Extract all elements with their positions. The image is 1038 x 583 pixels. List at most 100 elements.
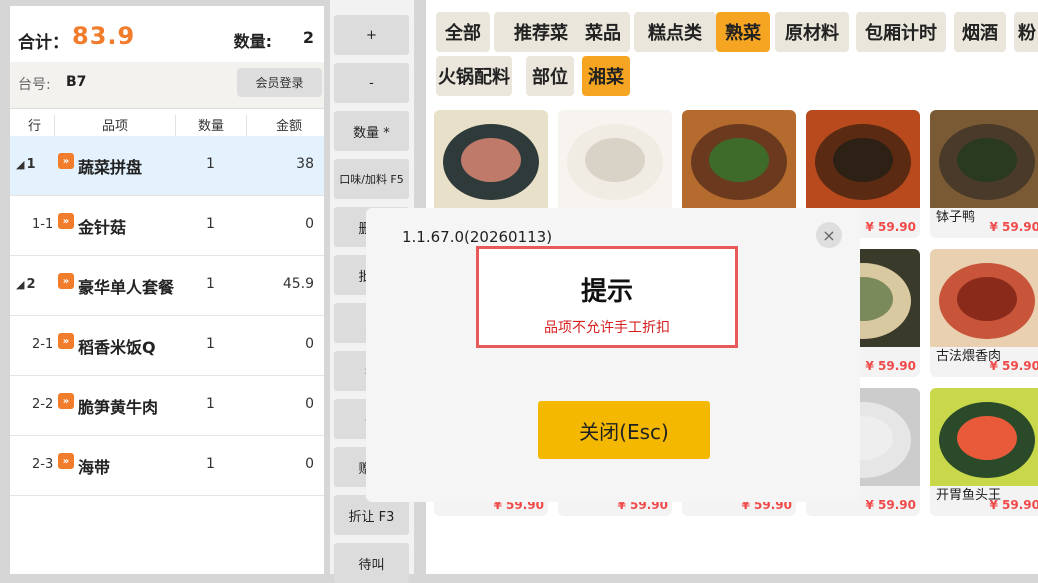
category-tab[interactable]: 菜品	[576, 12, 630, 52]
dish-photo	[930, 110, 1038, 208]
order-list: ◢ 1» 蔬菜拼盘 1 38 1-1» 金针菇 1 0 ◢ 2» 豪华单人套餐 1 45.9 2-1» 稻香米…	[10, 136, 324, 496]
column-header-item: 品项	[102, 119, 129, 134]
line-number-text: 2-1	[32, 337, 54, 352]
close-icon[interactable]: ×	[816, 222, 842, 248]
category-tab[interactable]: 全部	[436, 12, 490, 52]
line-number: ◢ 2	[16, 277, 36, 292]
dish-card[interactable]: 古法煨香肉 ¥ 59.90	[930, 249, 1038, 377]
quantity-button[interactable]: 数量 *	[334, 111, 409, 151]
item-name: 豪华单人套餐	[78, 278, 175, 297]
dish-photo	[930, 249, 1038, 347]
line-number: 2-3	[32, 457, 53, 472]
table-number-value: B7	[66, 74, 87, 90]
order-row[interactable]: ◢ 1» 蔬菜拼盘 1 38	[10, 136, 324, 196]
order-row[interactable]: 2-2 » 脆笋黄牛肉 1 0	[10, 376, 324, 436]
line-number-text: 2-3	[32, 457, 54, 472]
item-name: 蔬菜拼盘	[78, 158, 143, 177]
expand-triangle-icon[interactable]: ◢	[16, 158, 24, 171]
item-amount: 0	[305, 396, 314, 412]
dish-photo	[682, 110, 796, 208]
plus-button[interactable]: +	[334, 15, 409, 55]
double-chevron-icon: »	[58, 393, 74, 409]
double-chevron-icon: »	[58, 333, 74, 349]
close-esc-button[interactable]: 关闭(Esc)	[538, 401, 710, 459]
line-number: 2-2	[32, 397, 53, 412]
order-grid-header: 行 品项 数量 金额	[10, 108, 324, 142]
expand-triangle-icon[interactable]: ◢	[16, 278, 24, 291]
item-quantity: 1	[206, 456, 215, 472]
minus-button[interactable]: -	[334, 63, 409, 103]
dish-price: ¥ 59.90	[865, 220, 916, 234]
double-chevron-icon: »	[58, 153, 74, 169]
flavor-addon-button[interactable]: 口味/加料 F5	[334, 159, 409, 199]
item-name: 金针菇	[78, 218, 127, 237]
item-name: 稻香米饭Q	[78, 338, 156, 357]
order-panel: 合计： 83.9 数量: 2 台号: B7 会员登录 行 品项 数量 金额 ◢ 1…	[10, 6, 324, 574]
category-tab[interactable]: 推荐菜	[494, 12, 588, 52]
item-quantity: 1	[206, 336, 215, 352]
dish-card[interactable]: 钵子鸭 ¥ 59.90	[930, 110, 1038, 238]
total-value: 83.9	[72, 22, 136, 50]
category-tab[interactable]: 原材料	[775, 12, 849, 52]
dish-name: 钵子鸭	[936, 210, 976, 225]
item-name: 海带	[78, 458, 111, 477]
item-name: 脆笋黄牛肉	[78, 398, 159, 417]
order-row[interactable]: 2-1 » 稻香米饭Q 1 0	[10, 316, 324, 376]
double-chevron-icon: »	[58, 453, 74, 469]
member-login-button[interactable]: 会员登录	[237, 68, 322, 97]
item-amount: 0	[305, 336, 314, 352]
category-tab[interactable]: 糕点类	[634, 12, 716, 52]
category-tab[interactable]: 部位	[526, 56, 574, 96]
double-chevron-icon: »	[58, 213, 74, 229]
category-tab[interactable]: 火锅配料	[436, 56, 512, 96]
alert-dialog: 1.1.67.0(20260113) × 提示 品项不允许手工折扣 关闭(Esc…	[366, 208, 860, 502]
dish-price: ¥ 59.90	[989, 359, 1038, 373]
item-quantity: 1	[206, 276, 215, 292]
item-amount: 45.9	[282, 276, 314, 292]
dish-price: ¥ 59.90	[989, 498, 1038, 512]
column-header-quantity: 数量	[198, 119, 225, 134]
hold-button[interactable]: 待叫	[334, 543, 409, 583]
line-number-text: 1	[26, 157, 36, 172]
dish-price: ¥ 59.90	[989, 220, 1038, 234]
item-amount: 0	[305, 216, 314, 232]
column-header-amount: 金额	[276, 119, 303, 134]
version-text: 1.1.67.0(20260113)	[402, 228, 553, 246]
category-tab[interactable]: 包厢计时	[856, 12, 946, 52]
line-number-text: 2-2	[32, 397, 54, 412]
line-number: 1-1	[32, 217, 53, 232]
dish-price: ¥ 59.90	[865, 359, 916, 373]
line-number: ◢ 1	[16, 157, 36, 172]
category-tab[interactable]: 烟酒	[954, 12, 1006, 52]
table-number-label: 台号:	[18, 77, 51, 93]
category-tab[interactable]: 粉	[1014, 12, 1038, 52]
item-quantity: 1	[206, 156, 215, 172]
category-tab[interactable]: 熟菜	[716, 12, 770, 52]
line-number: 2-1	[32, 337, 53, 352]
order-row[interactable]: 2-3 » 海带 1 0	[10, 436, 324, 496]
item-quantity: 1	[206, 396, 215, 412]
column-header-line: 行	[28, 119, 42, 134]
order-row[interactable]: 1-1 » 金针菇 1 0	[10, 196, 324, 256]
item-quantity: 1	[206, 216, 215, 232]
line-number-text: 1-1	[32, 217, 54, 232]
line-number-text: 2	[26, 277, 36, 292]
dialog-title: 提示	[580, 277, 633, 307]
message-box: 提示 品项不允许手工折扣	[476, 246, 738, 348]
total-label: 合计：	[18, 33, 69, 53]
item-amount: 38	[296, 156, 314, 172]
order-summary: 合计： 83.9 数量: 2	[10, 6, 324, 62]
dish-photo	[930, 388, 1038, 486]
order-row[interactable]: ◢ 2 » 豪华单人套餐 1 45.9	[10, 256, 324, 316]
dish-photo	[558, 110, 672, 208]
dialog-message: 品项不允许手工折扣	[544, 320, 670, 336]
dish-card[interactable]: 开胃鱼头王 ¥ 59.90	[930, 388, 1038, 516]
dish-photo	[806, 110, 920, 208]
dish-price: ¥ 59.90	[865, 498, 916, 512]
double-chevron-icon: »	[58, 273, 74, 289]
dish-photo	[434, 110, 548, 208]
quantity-value: 2	[302, 28, 314, 47]
quantity-label: 数量:	[233, 32, 272, 51]
item-amount: 0	[305, 456, 314, 472]
category-tab[interactable]: 湘菜	[582, 56, 630, 96]
